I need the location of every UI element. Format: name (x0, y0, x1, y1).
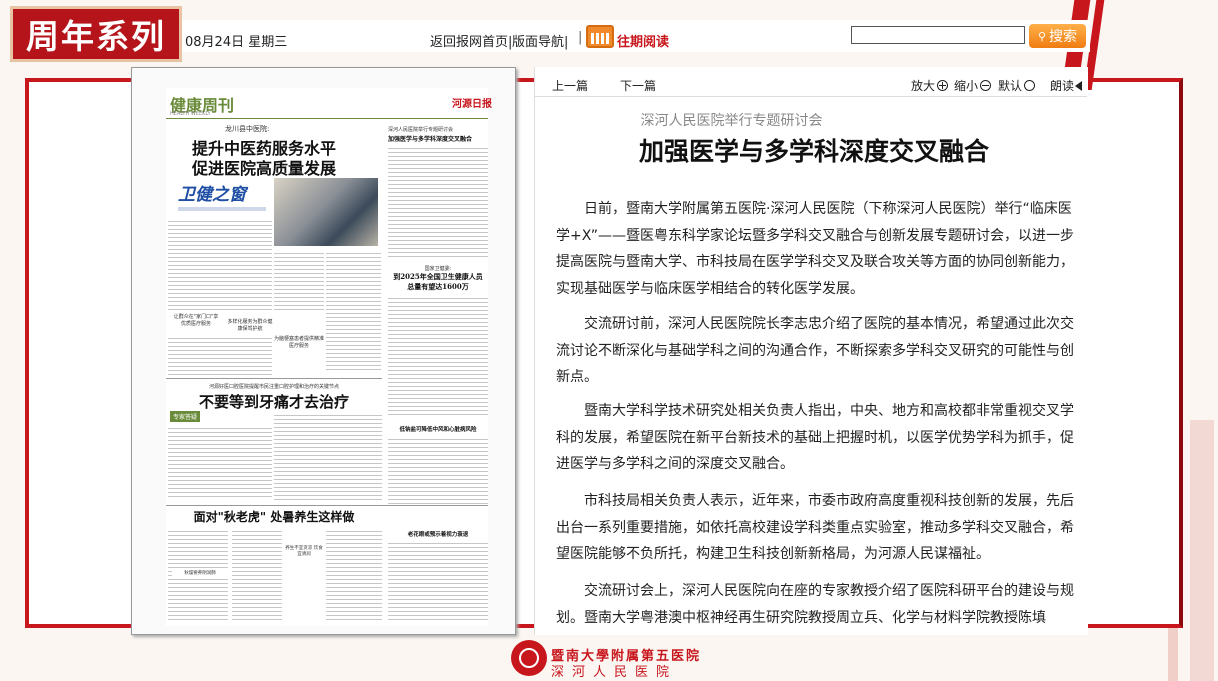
text-block (168, 425, 272, 500)
hospital-name-line2: 深河人民医院 (551, 665, 678, 680)
article-paragraph: 暨南大学科学技术研究处相关负责人指出，中央、地方和高校都非常重视交叉学科的发展，… (556, 403, 1074, 472)
paper-headline: 不要等到牙痛才去治疗 (198, 393, 349, 411)
read-aloud-label: 朗读 (1050, 79, 1075, 93)
article-paragraph: 交流研讨前，深河人民医院院长李志忠介绍了医院的基本情况，希望通过此次交流讨论不断… (556, 316, 1074, 385)
magnifier-icon: ⚲ (1037, 29, 1047, 43)
text-block (168, 335, 272, 380)
article-subtitle: 深河人民医院举行专题研讨会 (640, 113, 823, 129)
hospital-seal-icon (511, 640, 547, 676)
column-logo: 卫健之窗 (178, 185, 246, 205)
paper-kicker: 河源好医口腔医院提醒市民注重口腔护理和治疗的关键节点 (208, 384, 339, 390)
news-photo[interactable] (274, 178, 378, 246)
decorative-stripe (1190, 420, 1214, 681)
calendar-icon[interactable] (586, 25, 614, 48)
text-block (388, 295, 488, 415)
paper-box: 秋燥要养阴润肺 (172, 570, 228, 576)
minus-circle-icon (980, 80, 992, 91)
text-block (274, 412, 382, 500)
prev-article-link[interactable]: 上一篇 (552, 77, 588, 94)
rule (166, 118, 488, 119)
caption-bar (178, 207, 266, 211)
text-block (388, 145, 488, 260)
default-size-button[interactable]: 默认 (998, 77, 1036, 94)
archive-link[interactable]: 往期阅读 (617, 31, 669, 50)
zoom-out-label: 缩小 (954, 79, 979, 93)
speaker-icon (1075, 81, 1083, 91)
text-block (388, 436, 488, 506)
article-paragraph: 交流研讨会上，深河人民医院向在座的专家教授介绍了医院科研平台的建设与规划。暨南大… (556, 583, 1074, 626)
separator: | (578, 30, 583, 45)
paper-section-en: HEALTH WEEKLY (170, 111, 211, 117)
zoom-in-label: 放大 (911, 79, 936, 93)
article-paragraph: 市科技局相关负责人表示，近年来，市委市政府高度重视科技创新的发展，先后出台一系列… (556, 493, 1074, 562)
paper-box: 为脑梗塞患者提供精准医疗服务 (274, 336, 325, 349)
paper-box: 养生不宜贪凉 饮食宜清润 (285, 546, 323, 557)
circle-icon (1024, 80, 1036, 91)
search-button-label: 搜索 (1049, 29, 1078, 45)
side-headline: 低钠盐可降低中风和心脏病风险 (399, 427, 477, 433)
next-article-link[interactable]: 下一篇 (620, 77, 656, 94)
article-title: 加强医学与多学科深度交叉融合 (638, 137, 989, 166)
default-size-label: 默认 (998, 79, 1023, 93)
rule (166, 378, 382, 379)
side-headline: 加强医学与多学科深度交叉融合 (388, 136, 473, 143)
text-block (326, 250, 381, 370)
search-input[interactable] (851, 26, 1025, 44)
anniversary-badge: 周年系列 (10, 6, 182, 62)
text-block (274, 250, 324, 310)
page-nav-link[interactable]: 版面导航| (512, 31, 568, 50)
side-headline: 老花眼或预示着视力衰退 (407, 532, 469, 538)
text-block (168, 218, 272, 310)
rule (166, 505, 488, 506)
search-button[interactable]: ⚲ 搜索 (1029, 24, 1086, 48)
paper-box: 多样化服务为群众健康保驾护航 (227, 319, 273, 332)
issue-date: 08月24日 星期三 (185, 35, 288, 50)
article-paragraph: 日前，暨南大学附属第五医院·深河人民医院（下称深河人民医院）举行“临床医学+X”… (556, 201, 1075, 297)
mid-headline: 总量有望达1600万 (407, 282, 469, 291)
paper-headline: 促进医院高质量发展 (192, 159, 337, 178)
paper-masthead: 河源日报 (452, 99, 492, 110)
mid-headline: 到2025年全国卫生健康人员 (393, 272, 483, 281)
paper-kicker: 龙川县中医院: (225, 125, 270, 133)
text-block (326, 528, 382, 623)
paper-tag: 专家答疑 (170, 411, 201, 422)
zoom-out-button[interactable]: 缩小 (954, 77, 992, 94)
plus-circle-icon (937, 80, 949, 91)
text-block (388, 540, 488, 623)
paper-headline: 面对"秋老虎" 处暑养生这样做 (193, 510, 355, 524)
zoom-in-button[interactable]: 放大 (911, 77, 949, 94)
text-block (232, 528, 282, 623)
paper-box: 让群众在"家门口"享优质医疗服务 (173, 314, 219, 327)
mid-kicker: 国家卫健委: (424, 266, 452, 272)
home-link[interactable]: 返回报网首页| (430, 31, 512, 50)
read-aloud-button[interactable]: 朗读 (1050, 77, 1083, 94)
